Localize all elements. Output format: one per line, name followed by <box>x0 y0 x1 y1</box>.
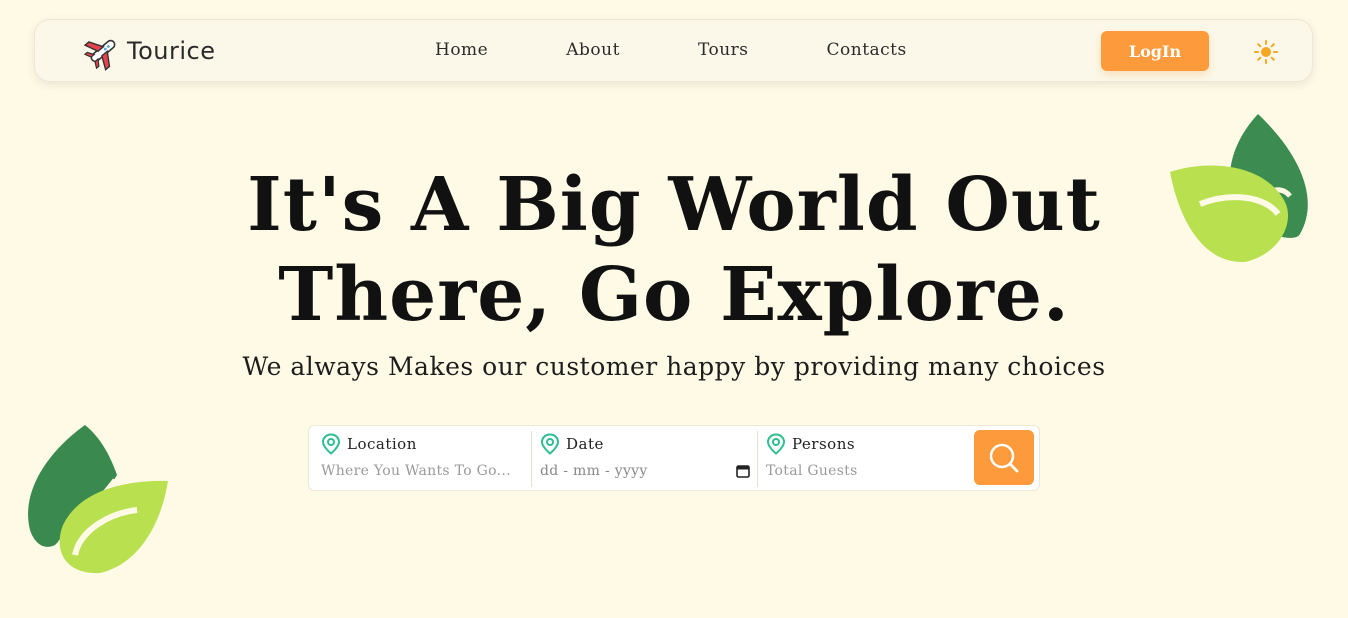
location-field: Location <box>321 431 531 487</box>
date-placeholder: dd - mm - yyyy <box>540 463 648 479</box>
date-label: Date <box>566 435 604 453</box>
persons-field: Persons <box>766 431 966 487</box>
calendar-icon[interactable] <box>736 464 750 478</box>
date-field: Date dd - mm - yyyy <box>540 431 758 487</box>
hero-title: It's A Big World Out There, Go Explore. <box>0 160 1348 340</box>
logo[interactable]: Tourice <box>83 28 221 74</box>
hero-title-line-2: There, Go Explore. <box>278 252 1070 338</box>
location-pin-icon <box>540 433 560 455</box>
search-form: Location Date dd - mm - yyyy <box>308 425 1040 491</box>
nav-link-about[interactable]: About <box>566 40 620 60</box>
search-icon <box>989 443 1019 472</box>
persons-label: Persons <box>792 435 856 453</box>
hero-title-line-1: It's A Big World Out <box>247 162 1101 248</box>
location-label: Location <box>347 435 417 453</box>
nav-links: Home About Tours Contacts <box>435 40 907 60</box>
date-input[interactable]: dd - mm - yyyy <box>540 459 758 483</box>
sun-icon[interactable] <box>1253 39 1279 65</box>
location-input[interactable] <box>321 459 526 483</box>
login-button[interactable]: LogIn <box>1101 31 1209 71</box>
nav-link-contacts[interactable]: Contacts <box>827 40 907 60</box>
leaf-decoration-left <box>28 425 169 574</box>
airplane-icon <box>83 39 116 71</box>
nav-link-tours[interactable]: Tours <box>698 40 749 60</box>
field-divider <box>757 431 758 487</box>
navbar: Tourice Home About Tours Contacts LogIn <box>34 19 1313 82</box>
brand-name: Tourice <box>127 37 216 65</box>
location-pin-icon <box>321 433 341 455</box>
hero-subtitle: We always Makes our customer happy by pr… <box>242 352 1106 381</box>
location-pin-icon <box>766 433 786 455</box>
nav-link-home[interactable]: Home <box>435 40 488 60</box>
persons-input[interactable] <box>766 459 961 483</box>
field-divider <box>531 431 532 487</box>
search-button[interactable] <box>974 430 1034 485</box>
